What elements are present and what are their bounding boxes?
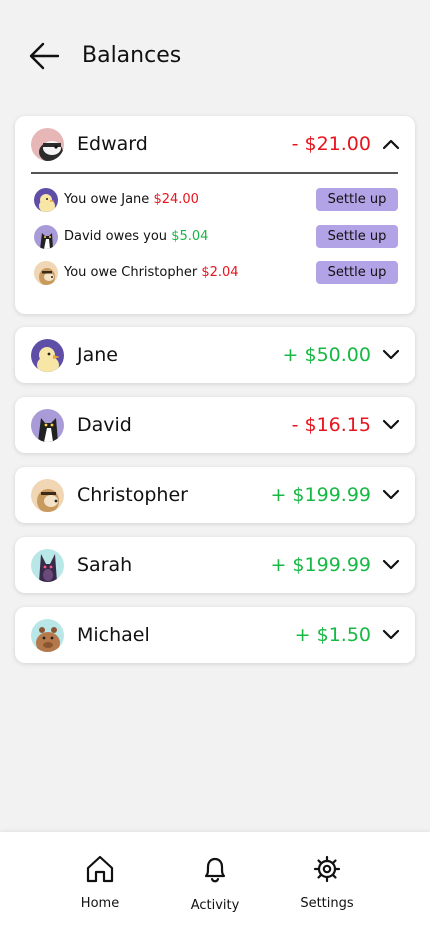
balance-card-christopher: Christopher + $199.99: [15, 467, 415, 523]
balance-amount: - $21.00: [291, 133, 371, 155]
bottom-nav: Home Activity Settings: [0, 832, 430, 932]
home-icon: [86, 855, 114, 883]
page-title: Balances: [82, 43, 182, 68]
detail-text: You owe Christopher $2.04: [64, 265, 239, 280]
balance-card-header-edward[interactable]: Edward - $21.00: [15, 116, 415, 172]
back-button[interactable]: [26, 40, 62, 72]
balance-amount: + $1.50: [294, 624, 371, 646]
header: Balances: [0, 0, 430, 112]
arrow-left-icon: [29, 42, 60, 70]
balance-card-david: David - $16.15: [15, 397, 415, 453]
nav-item-activity[interactable]: Activity: [170, 832, 260, 932]
balance-card-sarah: Sarah + $199.99: [15, 537, 415, 593]
chevron-down-icon[interactable]: [382, 629, 400, 641]
nav-label-settings: Settings: [300, 896, 354, 911]
person-name: Jane: [77, 344, 118, 366]
balance-card-jane: Jane + $50.00: [15, 327, 415, 383]
avatar: [34, 225, 58, 249]
balance-card-header-michael[interactable]: Michael + $1.50: [15, 607, 415, 663]
detail-text: You owe Jane $24.00: [64, 192, 199, 207]
settle-up-button[interactable]: Settle up: [316, 225, 398, 248]
balance-card-header-christopher[interactable]: Christopher + $199.99: [15, 467, 415, 523]
person-name: David: [77, 414, 132, 436]
balance-amount: + $199.99: [270, 554, 371, 576]
detail-row: David owes you $5.04 Settle up: [15, 224, 415, 250]
nav-item-settings[interactable]: Settings: [282, 832, 372, 932]
balance-amount: + $50.00: [282, 344, 371, 366]
detail-amount: $24.00: [153, 192, 199, 207]
avatar: [31, 339, 64, 372]
balance-card-header-sarah[interactable]: Sarah + $199.99: [15, 537, 415, 593]
avatar: [31, 479, 64, 512]
detail-row: You owe Christopher $2.04 Settle up: [15, 260, 415, 286]
balance-amount: - $16.15: [291, 414, 371, 436]
detail-amount: $5.04: [171, 229, 209, 244]
divider: [31, 172, 398, 174]
gear-icon: [313, 855, 341, 883]
nav-item-home[interactable]: Home: [55, 832, 145, 932]
settle-up-button[interactable]: Settle up: [316, 188, 398, 211]
detail-row: You owe Jane $24.00 Settle up: [15, 187, 415, 213]
balance-card-header-jane[interactable]: Jane + $50.00: [15, 327, 415, 383]
person-name: Sarah: [77, 554, 133, 576]
chevron-down-icon[interactable]: [382, 559, 400, 571]
avatar: [31, 128, 64, 161]
balance-card-header-david[interactable]: David - $16.15: [15, 397, 415, 453]
detail-text: David owes you $5.04: [64, 229, 209, 244]
avatar: [31, 409, 64, 442]
detail-amount: $2.04: [201, 265, 239, 280]
balance-card-edward: Edward - $21.00 You owe Jane $24.00 Sett…: [15, 116, 415, 314]
nav-label-activity: Activity: [190, 898, 240, 913]
avatar: [31, 619, 64, 652]
chevron-down-icon[interactable]: [382, 489, 400, 501]
chevron-up-icon[interactable]: [382, 138, 400, 150]
balance-card-michael: Michael + $1.50: [15, 607, 415, 663]
avatar: [34, 261, 58, 285]
person-name: Edward: [77, 133, 148, 155]
person-name: Michael: [77, 624, 150, 646]
chevron-down-icon[interactable]: [382, 419, 400, 431]
balance-amount: + $199.99: [270, 484, 371, 506]
chevron-down-icon[interactable]: [382, 349, 400, 361]
avatar: [31, 549, 64, 582]
avatar: [34, 188, 58, 212]
nav-label-home: Home: [80, 896, 120, 911]
bell-icon: [204, 857, 226, 883]
settle-up-button[interactable]: Settle up: [316, 261, 398, 284]
person-name: Christopher: [77, 484, 188, 506]
